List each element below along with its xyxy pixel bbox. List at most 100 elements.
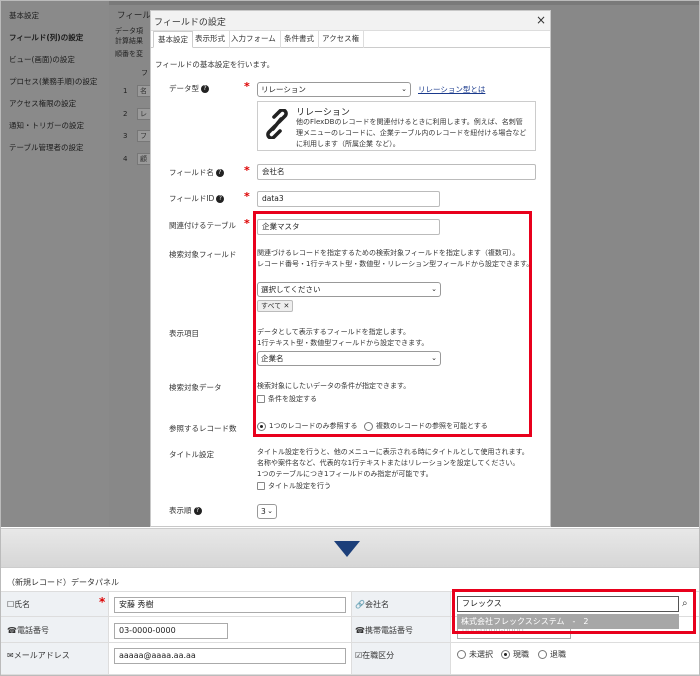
settings-screen: 基本設定 フィールド(列)の設定 ビュー(画面)の設定 プロセス(業務手順)の設…	[1, 1, 699, 527]
status-option-retired[interactable]: 退職	[538, 649, 566, 660]
row-text: レ	[140, 110, 147, 118]
data-type-label: データ型?	[169, 83, 209, 94]
title-checkbox[interactable]	[257, 482, 265, 490]
display-item-select[interactable]: 企業名 ⌄	[257, 351, 441, 366]
ref-count-option-multiple[interactable]: 複数のレコードの参照を可能とする	[364, 421, 488, 432]
condition-checkbox-label: 条件を設定する	[268, 395, 317, 403]
tab-display-format[interactable]: 表示形式	[191, 31, 230, 48]
name-input[interactable]: 安藤 秀樹	[114, 597, 346, 613]
title-checkbox-row[interactable]: タイトル設定を行う	[257, 481, 331, 492]
email-label-text: メールアドレス	[13, 651, 70, 660]
radio-multiple[interactable]	[364, 421, 373, 431]
search-field-desc: レコード番号・1行テキスト型・数値型・リレーション型フィールドから設定できます。	[257, 260, 534, 268]
row-field[interactable]: レ	[137, 108, 151, 120]
display-item-label: 表示項目	[169, 329, 199, 338]
close-icon[interactable]: ×	[536, 13, 546, 27]
sidebar-item-notify[interactable]: 通知・トリガーの設定	[1, 115, 109, 137]
status-label-text: 在職区分	[362, 651, 395, 660]
tab-input-form[interactable]: 入力フォーム	[227, 31, 281, 48]
tab-access[interactable]: アクセス権	[318, 31, 365, 48]
phone-input[interactable]: 03-0000-0000	[114, 623, 228, 639]
row-number: 3	[123, 132, 128, 140]
relation-description-box: リレーション 他のFlexDBのレコードを関連付けるときに利用します。例えば、名…	[257, 101, 536, 151]
help-icon[interactable]: ?	[193, 507, 202, 515]
dialog-body: フィールドの基本設定を行います。 データ型? * リレーション ⌄ リレーション型…	[151, 49, 550, 527]
status-option-none[interactable]: 未選択	[457, 649, 493, 660]
search-field-select[interactable]: 選択してください ⌄	[257, 282, 441, 297]
required-mark: *	[99, 595, 106, 609]
field-id-label-text: フィールドID	[169, 194, 215, 203]
row-field[interactable]: 顧	[137, 153, 151, 165]
status-option-current[interactable]: 現職	[501, 649, 529, 660]
row-text: 顧	[140, 155, 147, 163]
company-search-input[interactable]: フレックス	[457, 596, 679, 612]
field-name-label-text: フィールド名	[169, 168, 214, 177]
phone-icon: ☎	[355, 626, 365, 635]
link-icon: 🔗	[355, 600, 365, 609]
form-row: ✉メールアドレス aaaaa@aaaa.aa.aa ☑在職区分 未選択 現職 退…	[1, 642, 699, 675]
title-setting-desc: 1つのテーブルにつき1フィールドのみ指定が可能です。	[257, 470, 433, 478]
sidebar-item-process[interactable]: プロセス(業務手順)の設定	[1, 71, 109, 93]
sidebar-item-views[interactable]: ビュー(画面)の設定	[1, 49, 109, 71]
status-option-label: 退職	[550, 650, 566, 659]
related-table-input[interactable]: 企業マスタ	[257, 219, 440, 235]
radio-retired[interactable]	[538, 650, 547, 659]
radio-single-label: 1つのレコードのみ参照する	[269, 422, 358, 430]
search-icon[interactable]: ⌕	[682, 598, 688, 609]
row-field[interactable]: フ	[137, 130, 151, 142]
condition-checkbox[interactable]	[257, 395, 265, 403]
row-number: 1	[123, 87, 128, 95]
row-field[interactable]: 名	[137, 85, 151, 97]
sidebar-item-fields[interactable]: フィールド(列)の設定	[1, 27, 109, 49]
title-setting-label: タイトル設定	[169, 450, 214, 459]
status-option-label: 現職	[513, 650, 529, 659]
display-order-select[interactable]: 3 ⌄	[257, 504, 277, 519]
phone-label-text: 電話番号	[16, 626, 49, 635]
required-mark: *	[244, 80, 250, 93]
company-suggestion-item[interactable]: 株式会社フレックスシステム - 2	[457, 614, 679, 629]
row-number: 2	[123, 110, 128, 118]
company-label-text: 会社名	[364, 600, 389, 609]
tab-basic[interactable]: 基本設定	[153, 31, 193, 48]
title-checkbox-label: タイトル設定を行う	[268, 482, 331, 490]
radio-none[interactable]	[457, 650, 466, 659]
field-id-input[interactable]: data3	[257, 191, 440, 207]
chevron-down-icon: ⌄	[267, 507, 273, 515]
relation-desc-line: 理メニューのレコードに、企業テーブル内のレコードを紐付ける場合など	[296, 129, 527, 137]
field-name-input[interactable]: 会社名	[257, 164, 536, 180]
sidebar-item-access[interactable]: アクセス権限の設定	[1, 93, 109, 115]
tab-conditional-format[interactable]: 条件書式	[280, 31, 319, 48]
email-input[interactable]: aaaaa@aaaa.aa.aa	[114, 648, 346, 664]
panel-line: データ項	[115, 27, 143, 35]
help-icon[interactable]: ?	[215, 169, 224, 177]
radio-single[interactable]	[257, 421, 266, 431]
ref-count-label: 参照するレコード数	[169, 424, 237, 433]
panel-line: 計算結果	[115, 37, 143, 45]
dialog-tabs: 基本設定 表示形式 入力フォーム 条件書式 アクセス権	[151, 31, 550, 48]
sidebar-item-basic[interactable]: 基本設定	[1, 5, 109, 27]
search-field-label: 検索対象フィールド	[169, 250, 237, 259]
phone-label: ☎電話番号	[7, 625, 49, 636]
condition-checkbox-row[interactable]: 条件を設定する	[257, 394, 317, 405]
column-header: フ	[141, 69, 148, 77]
name-label-text: 氏名	[14, 600, 31, 609]
help-icon[interactable]: ?	[216, 195, 225, 203]
relation-type-help-link[interactable]: リレーション型とは	[418, 84, 485, 95]
ref-count-option-single[interactable]: 1つのレコードのみ参照する	[257, 421, 357, 432]
mail-icon: ✉	[7, 651, 14, 660]
display-order-label-text: 表示順	[169, 506, 192, 515]
link-chain-icon	[266, 109, 288, 139]
help-icon[interactable]: ?	[201, 85, 209, 93]
data-type-select[interactable]: リレーション ⌄	[257, 82, 411, 97]
chevron-down-icon: ⌄	[401, 85, 407, 93]
display-order-label: 表示順?	[169, 505, 202, 516]
search-field-tag[interactable]: すべて ✕	[257, 300, 294, 312]
settings-sidebar: 基本設定 フィールド(列)の設定 ビュー(画面)の設定 プロセス(業務手順)の設…	[1, 1, 109, 527]
panel-title: フィール	[117, 11, 151, 21]
radio-current[interactable]	[501, 650, 510, 659]
panel-line: 順番を変	[115, 50, 143, 58]
search-field-desc: 関連づけるレコードを指定するための検索対象フィールドを指定します（複数可）。	[257, 249, 520, 257]
status-label: ☑在職区分	[355, 650, 394, 661]
dialog-title: フィールドの設定	[154, 18, 226, 28]
sidebar-item-admin[interactable]: テーブル管理者の設定	[1, 137, 109, 159]
